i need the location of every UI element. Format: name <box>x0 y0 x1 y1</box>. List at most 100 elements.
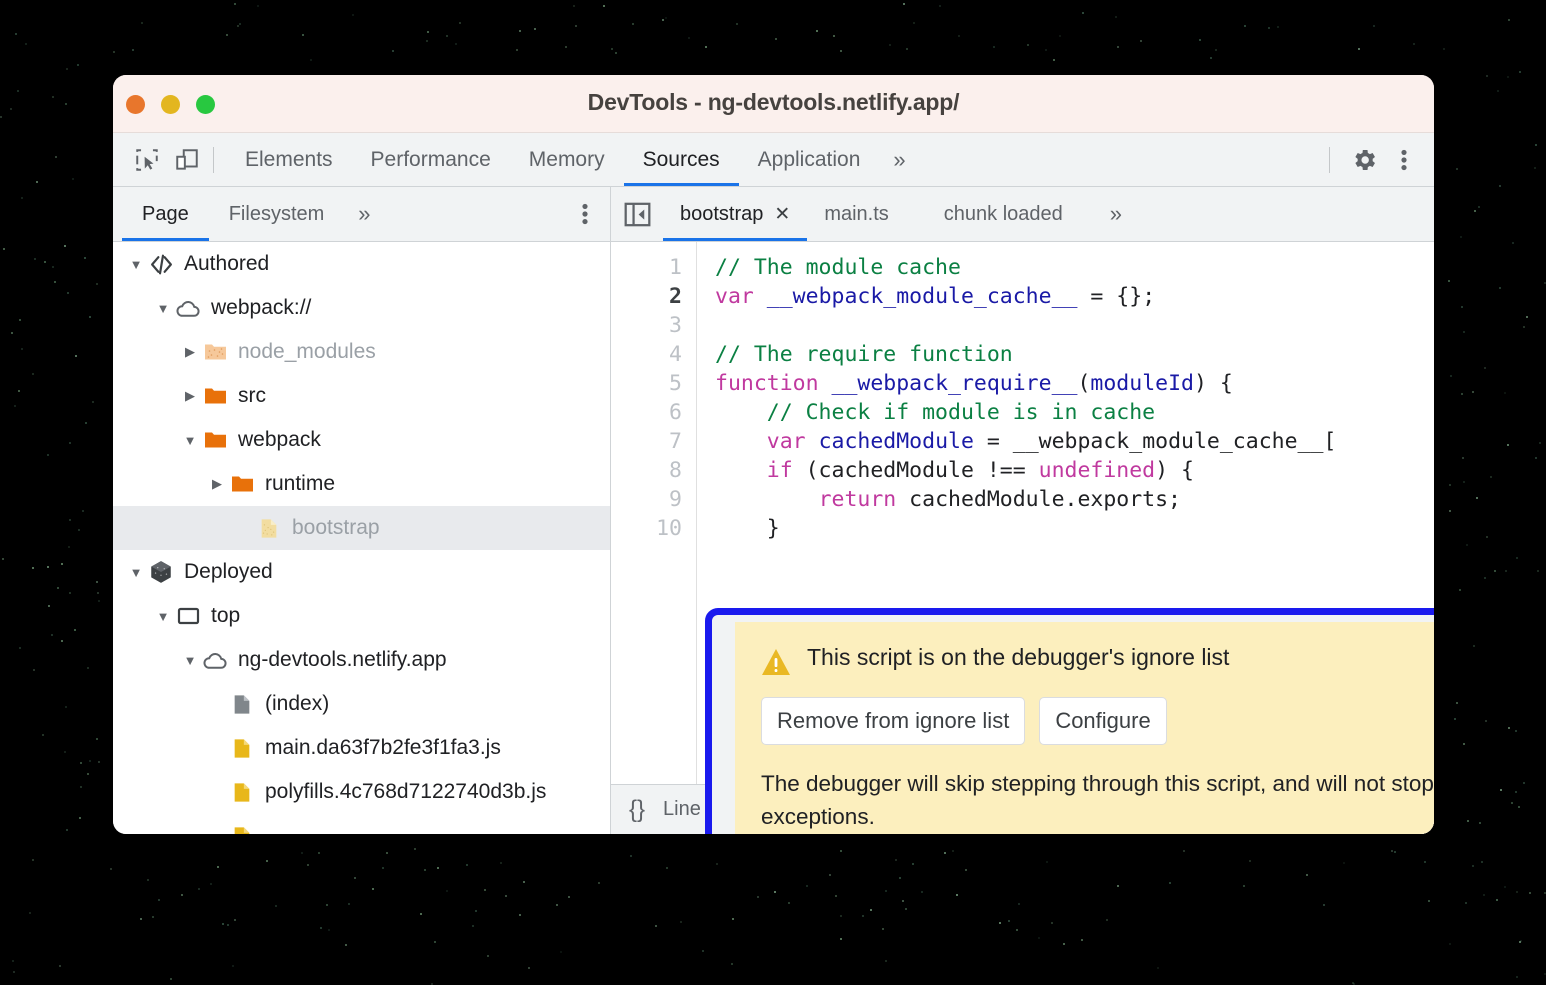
show-navigator-icon[interactable] <box>611 202 663 227</box>
line-number: 9 <box>611 485 682 514</box>
close-icon[interactable]: ✕ <box>774 203 790 226</box>
editor-tab-label: main.ts <box>824 203 888 226</box>
line-number: 10 <box>611 514 682 543</box>
toolbar-divider <box>1329 147 1330 173</box>
tree-item-label: polyfills.4c768d7122740d3b.js <box>265 780 546 804</box>
more-navigator-tabs-chevron-icon[interactable]: » <box>344 201 384 227</box>
panel-tab-elements[interactable]: Elements <box>226 134 352 186</box>
ignore-list-banner: This script is on the debugger's ignore … <box>735 622 1434 834</box>
panel-tab-application[interactable]: Application <box>739 134 880 186</box>
tree-item-index[interactable]: (index) <box>113 682 610 726</box>
nav-tab-label: Page <box>142 203 189 226</box>
tree-item-partial[interactable] <box>113 814 610 834</box>
line-number: 8 <box>611 456 682 485</box>
file-js-icon <box>228 779 256 805</box>
tree-item-src[interactable]: ▶ src <box>113 374 610 418</box>
code-line: if (cachedModule !== undefined) { <box>715 456 1434 485</box>
toolbar-right-group <box>1315 140 1434 180</box>
folder-dim-icon <box>201 339 229 365</box>
twisty-expanded-icon[interactable]: ▼ <box>152 301 174 316</box>
code-line: function __webpack_require__(moduleId) { <box>715 369 1434 398</box>
tree-item-polyfills-4c768d7122740d3b-js[interactable]: polyfills.4c768d7122740d3b.js <box>113 770 610 814</box>
devtools-main-toolbar: Elements Performance Memory Sources Appl… <box>113 133 1434 187</box>
code-line: var cachedModule = __webpack_module_cach… <box>715 427 1434 456</box>
tree-item-label: src <box>238 384 266 408</box>
device-toolbar-icon[interactable] <box>167 140 207 180</box>
editor-tab-bootstrap[interactable]: bootstrap ✕ <box>663 188 807 241</box>
editor-tab-label: chunk loaded <box>944 203 1063 226</box>
more-editor-tabs-chevron-icon[interactable]: » <box>1080 201 1136 227</box>
navigator-kebab-menu-icon[interactable] <box>574 201 610 227</box>
editor-tab-chunk-loaded[interactable]: chunk loaded <box>906 188 1080 241</box>
twisty-expanded-icon[interactable]: ▼ <box>125 565 147 580</box>
package-cube-icon <box>147 559 175 585</box>
file-js-icon <box>228 735 256 761</box>
tree-item-main-da63f7b2fe3f1fa3-js[interactable]: main.da63f7b2fe3f1fa3.js <box>113 726 610 770</box>
nav-tab-filesystem[interactable]: Filesystem <box>209 188 345 241</box>
tree-item-runtime[interactable]: ▶runtime <box>113 462 610 506</box>
folder-icon <box>201 427 229 453</box>
twisty-expanded-icon[interactable]: ▼ <box>179 653 201 668</box>
editor-line-number-gutter: 12345678910 <box>611 242 697 834</box>
code-line: return cachedModule.exports; <box>715 485 1434 514</box>
tree-item-webpack[interactable]: ▼ webpack <box>113 418 610 462</box>
tree-item-label: Authored <box>184 252 269 276</box>
more-panels-chevron-icon[interactable]: » <box>879 147 919 173</box>
window-title: DevTools - ng-devtools.netlify.app/ <box>113 89 1434 116</box>
code-line <box>715 311 1434 340</box>
twisty-collapsed-icon[interactable]: ▶ <box>179 388 201 404</box>
tree-item-label: webpack <box>238 428 321 452</box>
twisty-collapsed-icon[interactable]: ▶ <box>206 476 228 492</box>
tree-item-node-modules[interactable]: ▶node_modules <box>113 330 610 374</box>
twisty-expanded-icon[interactable]: ▼ <box>152 609 174 624</box>
twisty-expanded-icon[interactable]: ▼ <box>125 257 147 272</box>
panel-tab-performance[interactable]: Performance <box>352 134 510 186</box>
tree-item-deployed[interactable]: ▼ Deployed <box>113 550 610 594</box>
banner-header: This script is on the debugger's ignore … <box>761 644 1434 676</box>
twisty-collapsed-icon[interactable]: ▶ <box>179 344 201 360</box>
ignore-list-banner-highlight: This script is on the debugger's ignore … <box>705 608 1434 834</box>
panel-tab-sources[interactable]: Sources <box>624 134 739 186</box>
code-line: var __webpack_module_cache__ = {}; <box>715 282 1434 311</box>
tree-item-label: bootstrap <box>292 516 380 540</box>
line-number: 6 <box>611 398 682 427</box>
folder-icon <box>228 471 256 497</box>
panel-tab-memory[interactable]: Memory <box>510 134 624 186</box>
tree-item-label: (index) <box>265 692 329 716</box>
line-number: 5 <box>611 369 682 398</box>
kebab-menu-icon[interactable] <box>1384 140 1424 180</box>
toolbar-divider <box>213 147 214 173</box>
pretty-print-icon[interactable]: {} <box>611 796 663 824</box>
tree-item-label: top <box>211 604 240 628</box>
line-number: 1 <box>611 253 682 282</box>
gear-icon[interactable] <box>1344 140 1384 180</box>
code-line: // The require function <box>715 340 1434 369</box>
folder-icon <box>201 383 229 409</box>
tree-item-label: Deployed <box>184 560 273 584</box>
twisty-expanded-icon[interactable]: ▼ <box>179 433 201 448</box>
cloud-icon <box>174 295 202 321</box>
cloud-icon <box>201 647 229 673</box>
warning-triangle-icon <box>761 648 791 676</box>
panel-tab-label: Sources <box>643 148 720 172</box>
file-js-icon <box>228 823 256 834</box>
code-brackets-icon <box>147 251 175 277</box>
tree-item-webpack[interactable]: ▼webpack:// <box>113 286 610 330</box>
nav-tab-page[interactable]: Page <box>122 188 209 241</box>
editor-tab-label: bootstrap <box>680 203 763 226</box>
code-line: // The module cache <box>715 253 1434 282</box>
tree-item-bootstrap[interactable]: bootstrap <box>113 506 610 550</box>
line-number: 7 <box>611 427 682 456</box>
inspect-element-icon[interactable] <box>127 140 167 180</box>
editor-tab-main-ts[interactable]: main.ts <box>807 188 905 241</box>
code-line: } <box>715 514 1434 543</box>
secondary-tab-row: Page Filesystem » bootstrap <box>113 187 1434 242</box>
configure-button[interactable]: Configure <box>1039 697 1166 745</box>
navigator-tab-strip: Page Filesystem » <box>113 187 611 241</box>
tree-item-top[interactable]: ▼ top <box>113 594 610 638</box>
remove-from-ignore-list-button[interactable]: Remove from ignore list <box>761 697 1025 745</box>
banner-actions: Remove from ignore list Configure <box>761 697 1434 745</box>
line-number: 4 <box>611 340 682 369</box>
tree-item-ng-devtools-netlify-app[interactable]: ▼ng-devtools.netlify.app <box>113 638 610 682</box>
tree-item-authored[interactable]: ▼ Authored <box>113 242 610 286</box>
